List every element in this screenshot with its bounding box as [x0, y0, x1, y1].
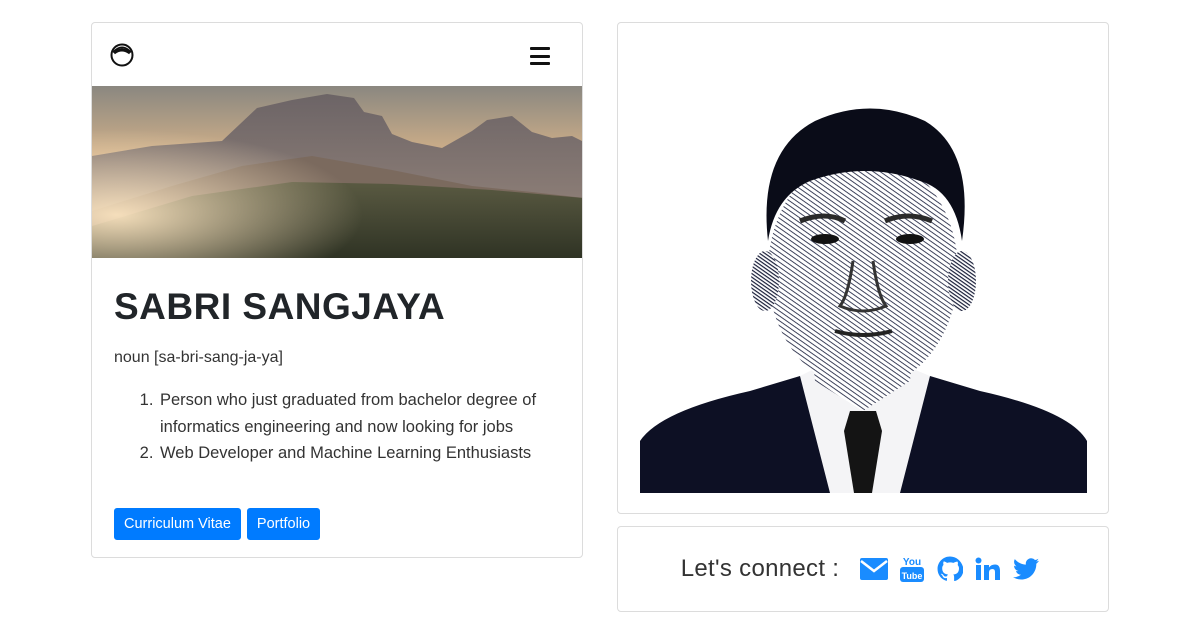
profile-name: SABRI SANGJAYA — [114, 286, 446, 327]
definition-item: Person who just graduated from bachelor … — [158, 387, 564, 440]
hamburger-menu-icon[interactable] — [530, 47, 550, 65]
profile-card: SABRI SANGJAYA noun [sa-bri-sang-ja-ya] … — [91, 22, 583, 558]
linkedin-icon[interactable] — [974, 555, 1002, 583]
definition-item: Web Developer and Machine Learning Enthu… — [158, 440, 564, 467]
navbar — [92, 23, 582, 86]
connect-card: Let's connect : You Tube — [617, 526, 1109, 612]
github-icon[interactable] — [936, 555, 964, 583]
youtube-text-tube: Tube — [902, 571, 923, 581]
curriculum-vitae-button[interactable]: Curriculum Vitae — [114, 508, 241, 540]
youtube-icon[interactable]: You Tube — [898, 555, 926, 583]
brand-logo-icon[interactable] — [110, 43, 134, 67]
profile-portrait-image — [640, 81, 1087, 493]
portfolio-button[interactable]: Portfolio — [246, 508, 321, 540]
connect-label: Let's connect : — [680, 555, 840, 582]
youtube-text-you: You — [903, 557, 921, 568]
email-icon[interactable] — [860, 555, 889, 583]
photo-card — [617, 22, 1109, 514]
profile-content: SABRI SANGJAYA noun [sa-bri-sang-ja-ya] … — [114, 285, 564, 467]
twitter-icon[interactable] — [1012, 555, 1040, 583]
definition-list: Person who just graduated from bachelor … — [114, 387, 564, 467]
pronunciation-text: noun [sa-bri-sang-ja-ya] — [114, 349, 283, 366]
hero-landscape-image — [92, 86, 582, 258]
action-buttons: Curriculum Vitae Portfolio — [114, 508, 321, 540]
